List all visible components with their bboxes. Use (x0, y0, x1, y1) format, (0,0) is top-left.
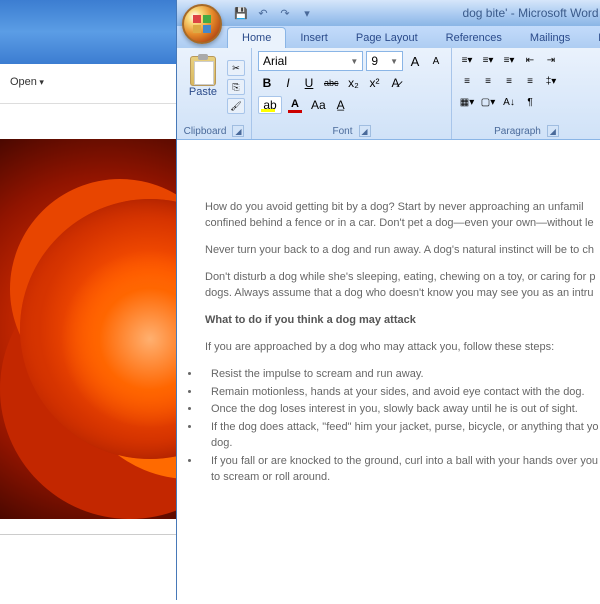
change-case-button[interactable]: Aa (308, 96, 329, 114)
qat-more-icon[interactable]: ▾ (299, 5, 315, 21)
indent-dec-button[interactable]: ⇤ (521, 51, 539, 69)
paragraph: Never turn your back to a dog and run aw… (205, 243, 600, 259)
tab-review[interactable]: Review (584, 28, 600, 48)
char-border-button[interactable]: A̲ (332, 96, 350, 114)
bullets-button[interactable]: ≡▾ (458, 51, 476, 69)
quick-access-toolbar: 💾 ↶ ↷ ▾ (233, 5, 315, 21)
indent-inc-button[interactable]: ⇥ (542, 51, 560, 69)
word-titlebar: 💾 ↶ ↷ ▾ dog bite' - Microsoft Word (177, 0, 600, 26)
clipboard-icon (190, 56, 216, 86)
document-title: dog bite' - Microsoft Word (315, 6, 600, 20)
cut-button[interactable]: ✂ (227, 60, 245, 76)
document-body[interactable]: How do you avoid getting bit by a dog? S… (177, 140, 600, 600)
bold-button[interactable]: B (258, 74, 276, 92)
photo-viewer-titlebar (0, 0, 180, 64)
clear-format-button[interactable]: A̷ (387, 74, 405, 92)
paste-button[interactable]: Paste (183, 51, 223, 123)
show-marks-button[interactable]: ¶ (521, 93, 539, 111)
sort-button[interactable]: A↓ (500, 93, 518, 111)
clipboard-group-label: Clipboard (184, 126, 227, 137)
paragraph-launcher-icon[interactable]: ◢ (547, 125, 559, 137)
office-button[interactable] (182, 4, 222, 44)
multilevel-button[interactable]: ≡▾ (500, 51, 518, 69)
italic-button[interactable]: I (279, 74, 297, 92)
subscript-button[interactable]: x₂ (345, 74, 363, 92)
list-item: If the dog does attack, "feed" him your … (201, 420, 600, 452)
underline-button[interactable]: U (300, 74, 318, 92)
group-paragraph: ≡▾ ≡▾ ≡▾ ⇤ ⇥ ≡ ≡ ≡ ≡ ‡▾ ▦▾ ▢▾ A↓ ¶ (452, 48, 600, 139)
open-menu[interactable]: Open (10, 76, 44, 88)
photo-viewer-toolbar: Open (0, 64, 180, 104)
grow-font-button[interactable]: A (406, 52, 424, 70)
flower-photo (0, 139, 180, 519)
superscript-button[interactable]: x² (366, 74, 384, 92)
highlight-button[interactable]: ab (258, 96, 282, 114)
chevron-down-icon: ▼ (390, 57, 398, 66)
list-item: Once the dog loses interest in you, slow… (201, 402, 600, 418)
tab-page-layout[interactable]: Page Layout (342, 28, 432, 48)
paragraph: If you are approached by a dog who may a… (205, 340, 600, 356)
font-launcher-icon[interactable]: ◢ (359, 125, 371, 137)
copy-button[interactable]: ⎘ (227, 79, 245, 95)
office-logo-icon (193, 15, 211, 33)
shrink-font-button[interactable]: A (427, 52, 445, 70)
paste-label: Paste (189, 86, 217, 98)
align-center-button[interactable]: ≡ (479, 72, 497, 90)
heading: What to do if you think a dog may attack (205, 313, 600, 329)
font-size-select[interactable]: 9▼ (366, 51, 403, 71)
tab-references[interactable]: References (432, 28, 516, 48)
save-icon[interactable]: 💾 (233, 5, 249, 21)
photo-viewer-window: Open (0, 0, 180, 600)
align-right-button[interactable]: ≡ (500, 72, 518, 90)
justify-button[interactable]: ≡ (521, 72, 539, 90)
group-clipboard: Paste ✂ ⎘ 🖌 Clipboard ◢ (177, 48, 252, 139)
paragraph: Don't disturb a dog while she's sleeping… (205, 270, 600, 302)
format-painter-button[interactable]: 🖌 (227, 98, 245, 114)
paragraph-group-label: Paragraph (494, 126, 541, 137)
tab-mailings[interactable]: Mailings (516, 28, 584, 48)
align-left-button[interactable]: ≡ (458, 72, 476, 90)
line-spacing-button[interactable]: ‡▾ (542, 72, 560, 90)
list-item: If you fall or are knocked to the ground… (201, 454, 600, 486)
undo-icon[interactable]: ↶ (255, 5, 271, 21)
ribbon-tabs: Home Insert Page Layout References Maili… (177, 26, 600, 48)
photo-area (0, 104, 180, 534)
bullet-list: Resist the impulse to scream and run awa… (205, 367, 600, 487)
group-font: Arial▼ 9▼ A A B I U abc x₂ x² A̷ ab A (252, 48, 452, 139)
photo-viewer-footer (0, 534, 180, 604)
redo-icon[interactable]: ↷ (277, 5, 293, 21)
font-group-label: Font (332, 126, 352, 137)
font-color-button[interactable]: A (285, 95, 305, 115)
ribbon: Paste ✂ ⎘ 🖌 Clipboard ◢ Arial▼ 9▼ A A (177, 48, 600, 140)
paragraph: How do you avoid getting bit by a dog? S… (205, 200, 600, 232)
word-window: 💾 ↶ ↷ ▾ dog bite' - Microsoft Word Home … (176, 0, 600, 600)
tab-home[interactable]: Home (227, 27, 286, 48)
list-item: Resist the impulse to scream and run awa… (201, 367, 600, 383)
font-name-select[interactable]: Arial▼ (258, 51, 363, 71)
numbering-button[interactable]: ≡▾ (479, 51, 497, 69)
tab-insert[interactable]: Insert (286, 28, 342, 48)
shading-button[interactable]: ▦▾ (458, 93, 476, 111)
list-item: Remain motionless, hands at your sides, … (201, 385, 600, 401)
chevron-down-icon: ▼ (350, 57, 358, 66)
strike-button[interactable]: abc (321, 74, 342, 92)
borders-button[interactable]: ▢▾ (479, 93, 497, 111)
clipboard-launcher-icon[interactable]: ◢ (232, 125, 244, 137)
